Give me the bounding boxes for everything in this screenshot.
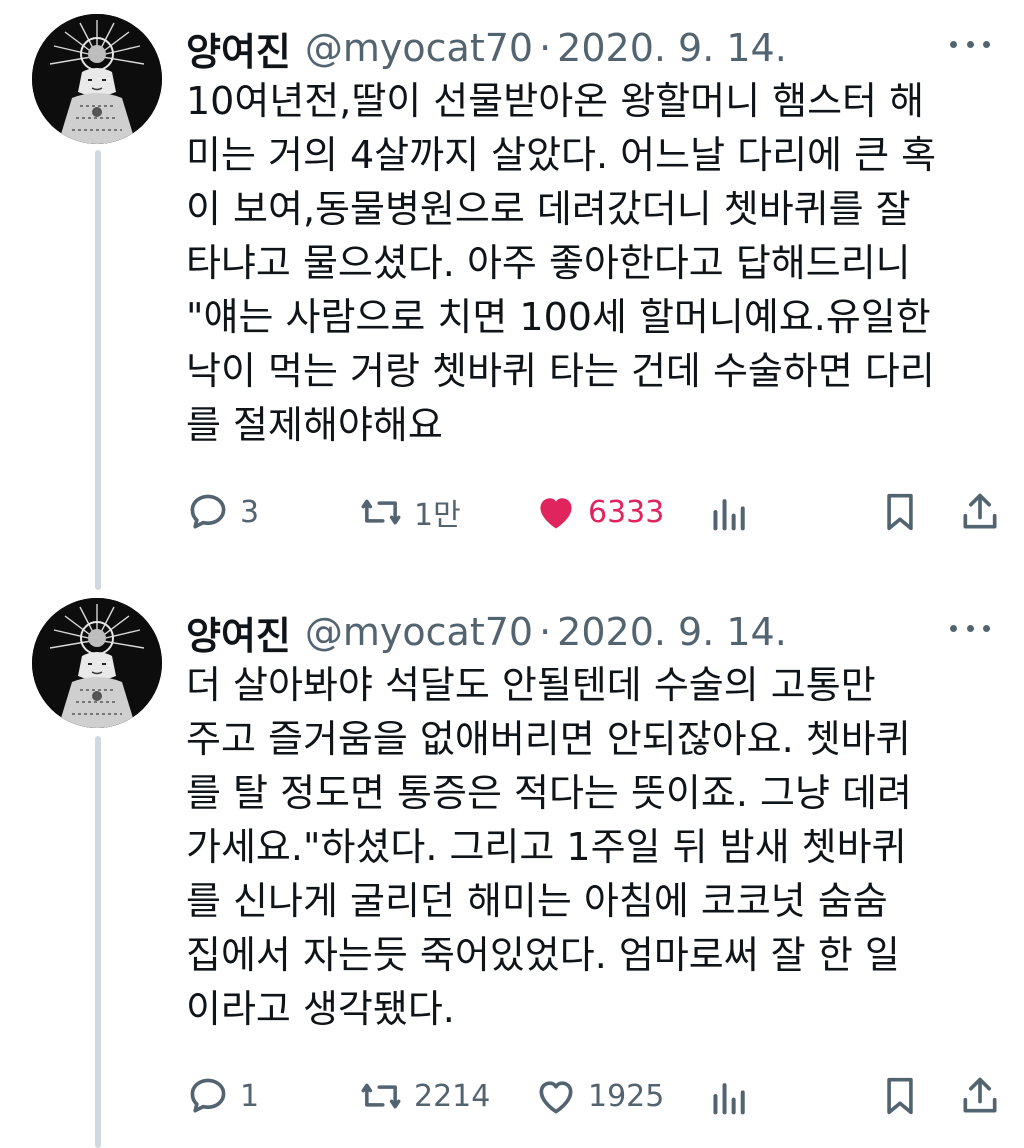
tweet-text-line: 더 살아봐야 석달도 안될텐데 수술의 고통만 [186,663,876,707]
views-button[interactable] [710,482,750,542]
bookmark-button[interactable] [880,482,920,542]
avatar[interactable] [32,598,162,728]
tweet-text-line: "얘는 사람으로 치면 100세 할머니예요.유일한 [186,295,931,339]
separator-dot: · [539,26,552,70]
reply-button[interactable]: 1 [186,1066,259,1126]
tweet[interactable]: 양여진 @myocat70 · 2020. 9. 14. 더 살아봐야 석달도 … [0,598,1024,1148]
tweet-date[interactable]: 2020. 9. 14. [557,26,787,70]
like-count: 1925 [588,1078,665,1114]
share-icon [958,490,1002,534]
separator-dot: · [539,610,552,654]
tweet-actions: 1 2214 1925 [186,1066,1006,1126]
bookmark-icon [880,490,920,534]
display-name[interactable]: 양여진 [186,21,291,76]
reply-icon [186,1074,230,1118]
tweet-text-line: 주고 즐거움을 없애버리면 안되잖아요. 쳇바퀴 [186,717,911,761]
avatar[interactable] [32,14,162,144]
tweet-text: 더 살아봐야 석달도 안될텐데 수술의 고통만 주고 즐거움을 없애버리면 안되… [186,658,996,1036]
tweet-text-line: 타냐고 물으셨다. 아주 좋아한다고 답해드리니 [186,241,911,285]
tweet-text-line: 를 신나게 굴리던 해미는 아침에 코코넛 숨숨 [186,879,888,923]
tweet-header: 양여진 @myocat70 · 2020. 9. 14. [186,602,787,662]
retweet-count: 2214 [414,1078,491,1114]
share-button[interactable] [958,1066,1002,1126]
retweet-button[interactable]: 2214 [358,1066,490,1126]
reply-button[interactable]: 3 [186,482,259,542]
like-count: 6333 [588,494,665,530]
retweet-button[interactable]: 1만 [358,482,461,542]
tweet[interactable]: 양여진 @myocat70 · 2020. 9. 14. 10여년전,딸이 선물… [0,14,1024,574]
like-icon [534,1074,578,1118]
bookmark-button[interactable] [880,1066,920,1126]
more-icon[interactable] [950,614,990,642]
tweet-text-line: 낙이 먹는 거랑 쳇바퀴 타는 건데 수술하면 다리 [186,349,935,393]
reply-count: 1 [240,1078,260,1114]
tweet-text-line: 가세요."하셨다. 그리고 1주일 뒤 밤새 쳇바퀴 [186,825,907,869]
retweet-icon [358,490,404,534]
reply-count: 3 [240,494,260,530]
views-icon [710,490,750,534]
more-icon[interactable] [950,30,990,58]
retweet-icon [358,1074,404,1118]
tweet-text-line: 10여년전,딸이 선물받아온 왕할머니 햄스터 해 [186,79,925,123]
retweet-count: 1만 [414,498,461,533]
user-handle[interactable]: @myocat70 [305,610,533,654]
tweet-text-line: 이 보여,동물병원으로 데려갔더니 쳇바퀴를 잘 [186,187,911,231]
display-name[interactable]: 양여진 [186,605,291,660]
bookmark-icon [880,1074,920,1118]
tweet-actions: 3 1만 6333 [186,482,1006,542]
like-icon [534,490,578,534]
tweet-text-line: 미는 거의 4살까지 살았다. 어느날 다리에 큰 혹 [186,133,937,177]
reply-icon [186,490,230,534]
tweet-text-line: 를 탈 정도면 통증은 적다는 뜻이죠. 그냥 데려 [186,771,912,815]
user-handle[interactable]: @myocat70 [305,26,533,70]
tweet-text-line: 이라고 생각됐다. [186,987,455,1031]
share-icon [958,1074,1002,1118]
tweet-text: 10여년전,딸이 선물받아온 왕할머니 햄스터 해 미는 거의 4살까지 살았다… [186,74,996,452]
views-icon [710,1074,750,1118]
tweet-header: 양여진 @myocat70 · 2020. 9. 14. [186,18,787,78]
views-button[interactable] [710,1066,750,1126]
like-button[interactable]: 6333 [534,482,664,542]
like-button[interactable]: 1925 [534,1066,664,1126]
tweet-text-line: 를 절제해야해요 [186,403,443,447]
tweet-text-line: 집에서 자는듯 죽어있었다. 엄마로써 잘 한 일 [186,933,900,977]
share-button[interactable] [958,482,1002,542]
tweet-date[interactable]: 2020. 9. 14. [557,610,787,654]
